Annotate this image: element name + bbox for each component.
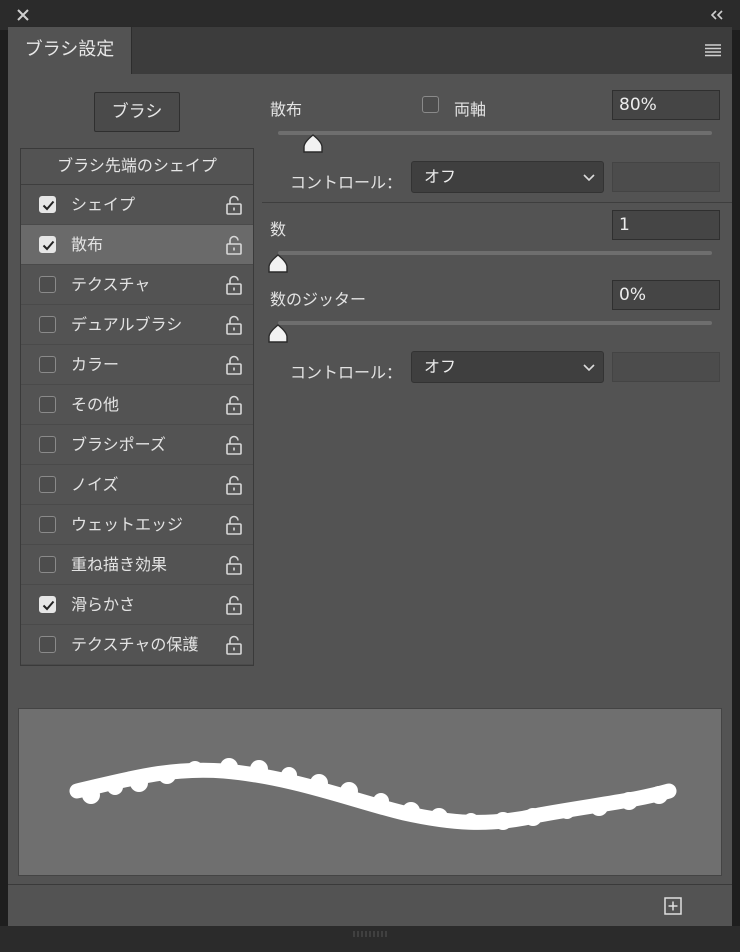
brush-stroke-preview [18, 708, 722, 876]
panel-resize-strip [0, 926, 740, 952]
option-label: ウェットエッジ [71, 515, 184, 534]
scatter-control-select[interactable]: オフ [411, 161, 604, 193]
scatter-slider-thumb[interactable] [302, 134, 324, 154]
unlock-icon[interactable] [225, 394, 243, 416]
unlock-icon[interactable] [225, 594, 243, 616]
count-label: 数 [270, 220, 287, 239]
option-checkbox[interactable] [39, 596, 56, 613]
count-slider-track[interactable] [278, 251, 712, 255]
count-jitter-control-select[interactable]: オフ [411, 351, 604, 383]
option-checkbox[interactable] [39, 636, 56, 653]
brush-stroke-preview-image [69, 758, 677, 830]
chevron-down-icon [583, 364, 595, 372]
unlock-icon[interactable] [225, 514, 243, 536]
unlock-icon[interactable] [225, 554, 243, 576]
scatter-control-value: オフ [424, 167, 457, 186]
brush-presets-button[interactable]: ブラシ [94, 92, 180, 132]
option-checkbox[interactable] [39, 236, 56, 253]
option-label: カラー [71, 355, 120, 374]
option-checkbox[interactable] [39, 316, 56, 333]
unlock-icon[interactable] [225, 634, 243, 656]
option-label: 散布 [71, 235, 104, 254]
brush-options-list: ブラシ先端のシェイプ シェイプ散布テクスチャデュアルブラシ カラーその他ブラシポー… [20, 148, 254, 666]
panel-footer [8, 884, 732, 926]
unlock-icon[interactable] [225, 474, 243, 496]
list-item[interactable]: 滑らかさ [21, 585, 253, 625]
option-label: シェイプ [71, 195, 136, 214]
unlock-icon[interactable] [225, 274, 243, 296]
count-jitter-slider-track[interactable] [278, 321, 712, 325]
count-jitter-control-label: コントロール： [290, 363, 403, 382]
option-checkbox[interactable] [39, 396, 56, 413]
count-jitter-control-value: オフ [424, 357, 457, 376]
count-jitter-slider-thumb[interactable] [267, 324, 289, 344]
list-item[interactable]: ウェットエッジ [21, 505, 253, 545]
chevron-down-icon [583, 174, 595, 182]
resize-grip-icon[interactable] [352, 930, 388, 938]
both-axes-label: 両軸 [454, 100, 487, 119]
option-label: ブラシポーズ [71, 435, 166, 454]
new-brush-preset-icon[interactable] [664, 897, 682, 915]
option-label: その他 [71, 395, 120, 414]
both-axes-checkbox[interactable] [422, 96, 439, 113]
option-checkbox[interactable] [39, 436, 56, 453]
list-item[interactable]: カラー [21, 345, 253, 385]
list-item[interactable]: テクスチャの保護 [21, 625, 253, 665]
scatter-slider-track[interactable] [278, 131, 712, 135]
option-checkbox[interactable] [39, 516, 56, 533]
unlock-icon[interactable] [225, 234, 243, 256]
count-jitter-value-field[interactable]: 0% [612, 280, 720, 310]
panel-menu-icon[interactable] [704, 43, 722, 57]
count-jitter-label: 数のジッター [270, 290, 367, 309]
panel-tab-bar: ブラシ設定 [8, 26, 732, 75]
option-label: ノイズ [71, 475, 119, 494]
list-item[interactable]: ブラシポーズ [21, 425, 253, 465]
option-label: テクスチャ [71, 275, 151, 294]
count-jitter-control-extra-field[interactable] [612, 352, 720, 382]
double-chevron-left-icon[interactable] [708, 7, 726, 23]
option-label: 滑らかさ [71, 595, 136, 614]
list-item[interactable]: 散布 [21, 225, 253, 265]
list-item[interactable]: テクスチャ [21, 265, 253, 305]
brush-tip-shape-item[interactable]: ブラシ先端のシェイプ [21, 149, 253, 185]
tab-brush-settings[interactable]: ブラシ設定 [8, 27, 132, 75]
option-checkbox[interactable] [39, 556, 56, 573]
unlock-icon[interactable] [225, 314, 243, 336]
list-item[interactable]: ノイズ [21, 465, 253, 505]
close-icon[interactable] [14, 6, 32, 24]
scatter-control-extra-field[interactable] [612, 162, 720, 192]
unlock-icon[interactable] [225, 354, 243, 376]
option-label: デュアルブラシ [71, 315, 183, 334]
count-value-field[interactable]: 1 [612, 210, 720, 240]
brush-settings-panel: ブラシ ブラシ先端のシェイプ シェイプ 散布 テクスチャ デュアルブラシ カラー その他ブ… [8, 74, 732, 926]
list-item[interactable]: 重ね描き効果 [21, 545, 253, 585]
option-label: テクスチャの保護 [71, 635, 199, 654]
option-label: 重ね描き効果 [71, 555, 168, 574]
list-item[interactable]: シェイプ [21, 185, 253, 225]
unlock-icon[interactable] [225, 194, 243, 216]
list-item[interactable]: デュアルブラシ [21, 305, 253, 345]
count-slider-thumb[interactable] [267, 254, 289, 274]
scatter-value-field[interactable]: 80% [612, 90, 720, 120]
unlock-icon[interactable] [225, 434, 243, 456]
option-checkbox[interactable] [39, 276, 56, 293]
option-checkbox[interactable] [39, 196, 56, 213]
scatter-control-label: コントロール： [290, 173, 403, 192]
option-checkbox[interactable] [39, 476, 56, 493]
section-divider [262, 202, 732, 203]
scatter-label: 散布 [270, 100, 303, 119]
list-item[interactable]: その他 [21, 385, 253, 425]
option-checkbox[interactable] [39, 356, 56, 373]
